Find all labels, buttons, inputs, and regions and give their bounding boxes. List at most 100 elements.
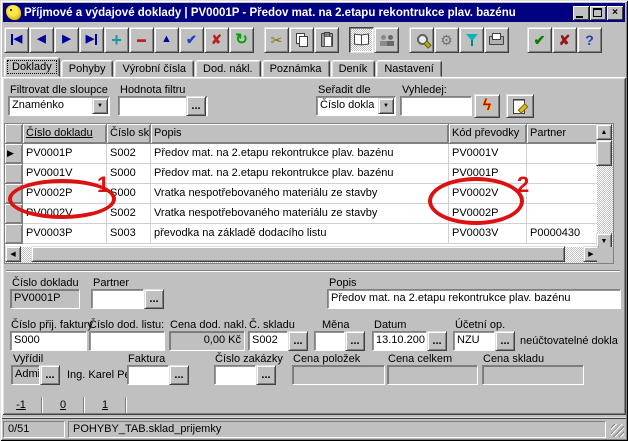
column-header-kod-prevodky[interactable]: Kód převodky xyxy=(449,124,527,144)
cell-cislo-dokladu: PV0002V xyxy=(23,204,107,224)
chevron-down-icon[interactable]: ▼ xyxy=(378,98,394,114)
row-selector[interactable] xyxy=(5,224,23,244)
partner-field[interactable] xyxy=(91,289,144,309)
ucetni-op-field[interactable]: NZU xyxy=(453,331,495,351)
search-button[interactable] xyxy=(409,27,434,53)
tab-denik[interactable]: Deník xyxy=(331,60,376,77)
vyridil-lookup-button[interactable]: ... xyxy=(40,365,60,385)
table-row[interactable]: PV0003P S003 převodka na základě dodacíh… xyxy=(5,224,613,244)
close-form-button[interactable]: ✘ xyxy=(552,27,577,53)
copy-icon xyxy=(295,33,308,46)
filter-value-ellipsis-button[interactable]: ... xyxy=(186,96,206,116)
filter-button[interactable] xyxy=(459,27,484,53)
previous-record-button[interactable]: ◀ xyxy=(29,27,54,53)
filter-column-select[interactable]: Znaménko ▼ xyxy=(8,96,110,116)
tab-nastaveni[interactable]: Nastavení xyxy=(376,60,442,77)
tab-pohyby[interactable]: Pohyby xyxy=(61,60,114,77)
pager-minus-one-button[interactable]: -1 xyxy=(6,398,36,412)
row-selector[interactable] xyxy=(5,164,23,184)
tab-vyrobni-cisla[interactable]: Výrobní čísla xyxy=(114,60,194,77)
sort-select[interactable]: Číslo dokla ▼ xyxy=(316,96,396,116)
horizontal-scroll-thumb[interactable] xyxy=(31,246,565,262)
faktura-field[interactable] xyxy=(127,365,169,385)
print-button[interactable] xyxy=(484,27,509,53)
table-row[interactable]: PV0002V S002 Vratka nespotřebovaného mat… xyxy=(5,204,613,224)
table-row[interactable]: ▶ PV0001P S002 Předov mat. na 2.etapu re… xyxy=(5,144,613,164)
tab-dod-nakl[interactable]: Dod. nákl. xyxy=(195,60,261,77)
ucetni-op-lookup-button[interactable]: ... xyxy=(495,331,515,351)
search-label: Vyhledej: xyxy=(402,84,447,96)
row-selector[interactable]: ▶ xyxy=(5,144,23,164)
window-title: Příjmové a výdajové doklady | PV0001P - … xyxy=(24,7,569,19)
copy-button[interactable] xyxy=(289,27,314,53)
cell-partner xyxy=(527,184,599,204)
cislo-zakazky-field[interactable] xyxy=(214,365,256,385)
column-header-cislo-skladu[interactable]: Číslo skladu xyxy=(107,124,151,144)
delete-record-button[interactable]: ▬ xyxy=(129,27,154,53)
apply-button[interactable]: ✔ xyxy=(527,27,552,53)
funnel-icon xyxy=(465,33,479,47)
paste-button[interactable] xyxy=(314,27,339,53)
cut-button[interactable]: ✂ xyxy=(264,27,289,53)
arrow-up-icon: ▲ xyxy=(601,129,608,136)
partner-lookup-button[interactable]: ... xyxy=(144,289,164,309)
maximize-button[interactable] xyxy=(590,6,606,20)
table-row[interactable]: PV0002P S000 Vratka nespotřebovaného mat… xyxy=(5,184,613,204)
add-icon: + xyxy=(111,31,122,49)
next-record-button[interactable]: ▶ xyxy=(54,27,79,53)
edit-record-button[interactable]: ▲ xyxy=(154,27,179,53)
app-window: Příjmové a výdajové doklady | PV0001P - … xyxy=(0,0,628,441)
datum-field[interactable]: 13.10.200 xyxy=(372,331,427,351)
datum-lookup-button[interactable]: ... xyxy=(427,331,447,351)
cislo-dod-listu-field[interactable] xyxy=(89,331,165,351)
gear-icon: ⚙ xyxy=(440,33,453,47)
row-selector[interactable] xyxy=(5,204,23,224)
minimize-icon xyxy=(576,16,583,18)
scroll-up-button[interactable]: ▲ xyxy=(596,124,612,140)
column-header-cislo-dokladu[interactable]: Číslo dokladu xyxy=(23,124,107,144)
chevron-down-icon[interactable]: ▼ xyxy=(92,98,108,114)
title-bar: Příjmové a výdajové doklady | PV0001P - … xyxy=(3,3,625,22)
popis-field[interactable]: Předov mat. na 2.etapu rekontrukce plav.… xyxy=(327,289,621,309)
partners-button[interactable] xyxy=(374,27,399,53)
last-record-button[interactable]: ▶ xyxy=(79,27,104,53)
pager-one-button[interactable]: 1 xyxy=(90,398,120,412)
c-skladu-field[interactable]: S002 xyxy=(248,331,288,351)
column-header-partner[interactable]: Partner xyxy=(527,124,599,144)
column-header-popis[interactable]: Popis xyxy=(151,124,449,144)
row-selector[interactable] xyxy=(5,184,23,204)
vertical-scroll-thumb[interactable] xyxy=(596,140,612,166)
table-row[interactable]: PV0001V S000 Předov mat. na 2.etapu reko… xyxy=(5,164,613,184)
vertical-scrollbar[interactable]: ▲ ▼ xyxy=(597,124,613,249)
edit-document-button[interactable] xyxy=(506,94,534,118)
browse-book-button[interactable] xyxy=(349,27,374,53)
cislo-zakazky-lookup-button[interactable]: ... xyxy=(256,365,276,385)
mena-lookup-button[interactable]: ... xyxy=(345,331,365,351)
mena-field[interactable] xyxy=(314,331,345,351)
popis-label: Popis xyxy=(329,277,357,289)
help-button[interactable]: ? xyxy=(577,27,602,53)
cell-popis: Předov mat. na 2.etapu rekontrukce plav.… xyxy=(151,144,449,164)
tab-doklady[interactable]: Doklady xyxy=(4,57,60,77)
quick-search-button[interactable]: ϟ xyxy=(474,94,500,118)
c-skladu-lookup-button[interactable]: ... xyxy=(288,331,308,351)
minimize-button[interactable] xyxy=(573,6,589,20)
scroll-left-button[interactable]: ◀ xyxy=(5,246,21,262)
settings-button[interactable]: ⚙ xyxy=(434,27,459,53)
close-button[interactable]: × xyxy=(607,6,623,20)
first-record-button[interactable]: ◀ xyxy=(4,27,29,53)
horizontal-scrollbar[interactable]: ◀ ▶ xyxy=(5,247,599,263)
cancel-record-button[interactable]: ✘ xyxy=(204,27,229,53)
faktura-lookup-button[interactable]: ... xyxy=(169,365,189,385)
search-input[interactable] xyxy=(400,96,472,116)
cena-skladu-label: Cena skladu xyxy=(483,353,544,365)
cislo-prij-faktury-field[interactable]: S000 xyxy=(10,331,87,351)
refresh-button[interactable]: ↻ xyxy=(229,27,254,53)
tab-poznamka[interactable]: Poznámka xyxy=(262,60,330,77)
add-record-button[interactable]: + xyxy=(104,27,129,53)
resize-grip[interactable] xyxy=(611,424,624,437)
edit-icon: ▲ xyxy=(161,34,172,45)
pager-zero-button[interactable]: 0 xyxy=(48,398,78,412)
post-record-button[interactable]: ✔ xyxy=(179,27,204,53)
green-check-icon: ✔ xyxy=(534,33,546,47)
